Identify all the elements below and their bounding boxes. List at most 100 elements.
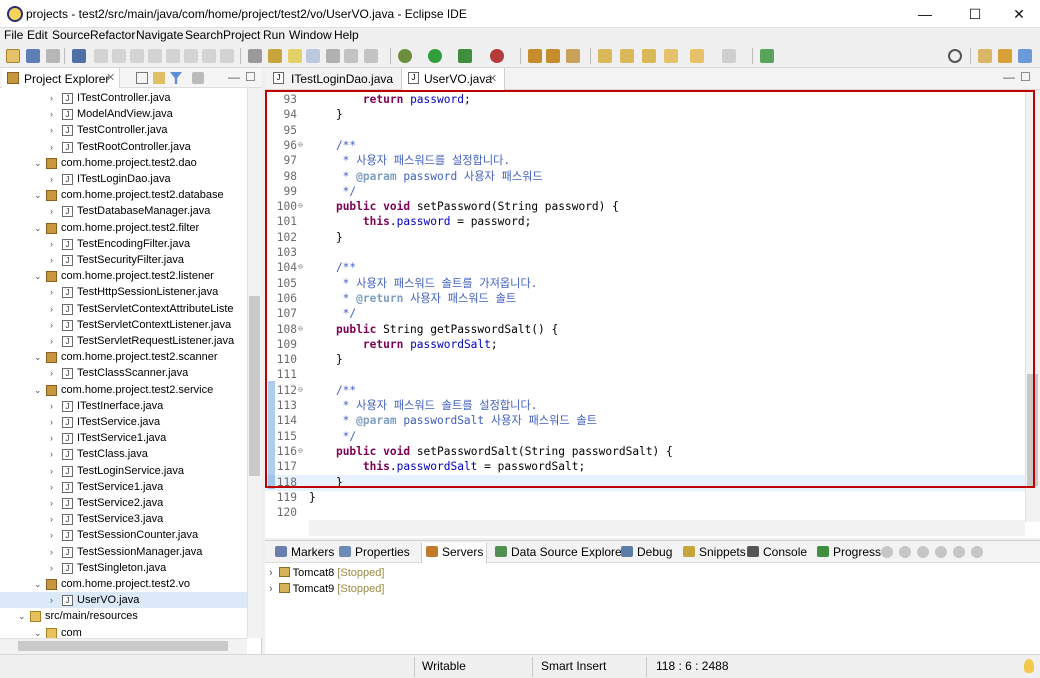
tree-file[interactable]: › J TestServletContextListener.java	[0, 317, 247, 333]
chevron-right-icon[interactable]: ›	[50, 479, 60, 495]
debug-icon[interactable]	[398, 49, 412, 63]
chevron-right-icon[interactable]: ›	[50, 106, 60, 122]
coverage-icon[interactable]	[458, 49, 472, 63]
chevron-right-icon[interactable]: ›	[50, 284, 60, 300]
new-icon[interactable]	[6, 49, 20, 63]
save-icon[interactable]	[26, 49, 40, 63]
link-editor-icon[interactable]	[153, 72, 165, 84]
tree-file[interactable]: › J TestClassScanner.java	[0, 365, 247, 381]
chevron-down-icon[interactable]: ⌄	[34, 576, 44, 592]
code-line[interactable]: 111	[265, 367, 1025, 383]
toggle-word-wrap-icon[interactable]	[268, 49, 282, 63]
step-over-icon[interactable]	[202, 49, 216, 63]
chevron-right-icon[interactable]: ›	[50, 333, 60, 349]
minimize-button[interactable]: —	[902, 0, 948, 28]
back-icon[interactable]	[664, 49, 678, 63]
tree-file[interactable]: › J ITestService.java	[0, 414, 247, 430]
menu-project[interactable]: Project	[223, 28, 260, 42]
tab-uservo[interactable]: J UserVO.java ✕	[401, 68, 505, 90]
maximize-view-icon[interactable]: ☐	[245, 70, 256, 84]
tree-file[interactable]: › J TestEncodingFilter.java	[0, 236, 247, 252]
outline-icon[interactable]	[344, 49, 358, 63]
tree-package[interactable]: ⌄ com.home.project.test2.filter	[0, 220, 247, 236]
tree-file[interactable]: › J TestDatabaseManager.java	[0, 203, 247, 219]
chevron-right-icon[interactable]: ›	[50, 139, 60, 155]
tree-file[interactable]: › J ITestController.java	[0, 90, 247, 106]
tree-file[interactable]: › J TestService3.java	[0, 511, 247, 527]
last-edit-icon[interactable]	[642, 49, 656, 63]
tree-file[interactable]: › J ITestInerface.java	[0, 398, 247, 414]
chevron-right-icon[interactable]: ›	[50, 592, 60, 608]
show-whitespace-icon[interactable]	[326, 49, 340, 63]
code-line[interactable]: 117 this.passwordSalt = passwordSalt;	[265, 459, 1025, 475]
server-entry[interactable]: › Tomcat8 [Stopped]	[269, 565, 384, 581]
debug-perspective-icon[interactable]	[1018, 49, 1032, 63]
search-icon[interactable]	[948, 49, 962, 63]
code-line[interactable]: 101 this.password = password;	[265, 214, 1025, 230]
minimize-view-icon[interactable]: —	[228, 70, 240, 84]
tree-package[interactable]: ⌄ com.home.project.test2.service	[0, 382, 247, 398]
tree-file[interactable]: › J TestService1.java	[0, 479, 247, 495]
terminal-icon[interactable]	[72, 49, 86, 63]
chevron-right-icon[interactable]: ›	[50, 236, 60, 252]
menu-navigate[interactable]: Navigate	[136, 28, 183, 42]
chevron-down-icon[interactable]: ⌄	[34, 220, 44, 236]
next-annotation-icon[interactable]	[598, 49, 612, 63]
code-line[interactable]: 118 }	[265, 474, 1025, 491]
tree-file[interactable]: › J TestLoginService.java	[0, 463, 247, 479]
code-line[interactable]: 119}	[265, 490, 1025, 506]
tree-folder[interactable]: ⌄ com	[0, 625, 247, 638]
code-line[interactable]: 120	[265, 505, 1025, 520]
menu-refactor[interactable]: Refactor	[90, 28, 135, 42]
code-line[interactable]: 104 ⊖ /**	[265, 260, 1025, 276]
tree-file[interactable]: › J ITestService1.java	[0, 430, 247, 446]
code-line[interactable]: 97 * 사용자 패스워드를 설정합니다.	[265, 153, 1025, 169]
code-line[interactable]: 98 * @param password 사용자 패스워드	[265, 169, 1025, 185]
tree-file[interactable]: › J TestSecurityFilter.java	[0, 252, 247, 268]
chevron-right-icon[interactable]: ›	[50, 527, 60, 543]
tree-folder[interactable]: ⌄ src/main/resources	[0, 608, 247, 624]
chevron-right-icon[interactable]: ›	[50, 122, 60, 138]
lightbulb-icon[interactable]	[1024, 659, 1034, 673]
tab-servers[interactable]: Servers	[421, 543, 487, 563]
chevron-right-icon[interactable]: ›	[269, 567, 273, 579]
code-line[interactable]: 100 ⊖ public void setPassword(String pass…	[265, 199, 1025, 215]
code-line[interactable]: 99 */	[265, 184, 1025, 200]
restart-server-icon[interactable]	[935, 546, 947, 558]
chevron-down-icon[interactable]: ⌄	[34, 155, 44, 171]
chevron-right-icon[interactable]: ›	[50, 511, 60, 527]
profile-server-icon[interactable]	[917, 546, 929, 558]
tab-markers[interactable]: Markers	[271, 543, 334, 563]
chevron-down-icon[interactable]: ⌄	[34, 187, 44, 203]
filter-icon[interactable]	[170, 72, 182, 84]
chevron-down-icon[interactable]: ⌄	[18, 608, 28, 624]
code-line[interactable]: 95	[265, 123, 1025, 139]
previous-annotation-icon[interactable]	[620, 49, 634, 63]
java-ee-perspective-icon[interactable]	[998, 49, 1012, 63]
chevron-right-icon[interactable]: ›	[50, 171, 60, 187]
new-class-icon[interactable]	[566, 49, 580, 63]
tree-file[interactable]: › J TestServletRequestListener.java	[0, 333, 247, 349]
explorer-scroll-thumb[interactable]	[249, 296, 260, 476]
resume-icon[interactable]	[112, 49, 126, 63]
tree-file[interactable]: › J ITestLoginDao.java	[0, 171, 247, 187]
chevron-down-icon[interactable]: ⌄	[34, 625, 44, 638]
external-tools-icon[interactable]	[490, 49, 504, 63]
back-history-icon[interactable]	[690, 49, 704, 63]
fold-toggle-icon[interactable]: ⊖	[298, 382, 303, 398]
chevron-right-icon[interactable]: ›	[50, 446, 60, 462]
menu-edit[interactable]: Edit	[27, 28, 48, 42]
fold-toggle-icon[interactable]: ⊖	[298, 321, 303, 337]
code-line[interactable]: 103	[265, 245, 1025, 261]
code-line[interactable]: 107 */	[265, 306, 1025, 322]
code-line[interactable]: 112 ⊖ /**	[265, 383, 1025, 399]
pin-editor-icon[interactable]	[760, 49, 774, 63]
chevron-right-icon[interactable]: ›	[50, 430, 60, 446]
menu-help[interactable]: Help	[334, 28, 359, 42]
tree-file[interactable]: › J UserVO.java	[0, 592, 247, 609]
close-button[interactable]: ✕	[996, 0, 1040, 28]
block-selection-icon[interactable]	[306, 49, 320, 63]
maximize-editor-icon[interactable]: ☐	[1020, 70, 1031, 84]
disconnect-icon[interactable]	[166, 49, 180, 63]
step-return-icon[interactable]	[220, 49, 234, 63]
